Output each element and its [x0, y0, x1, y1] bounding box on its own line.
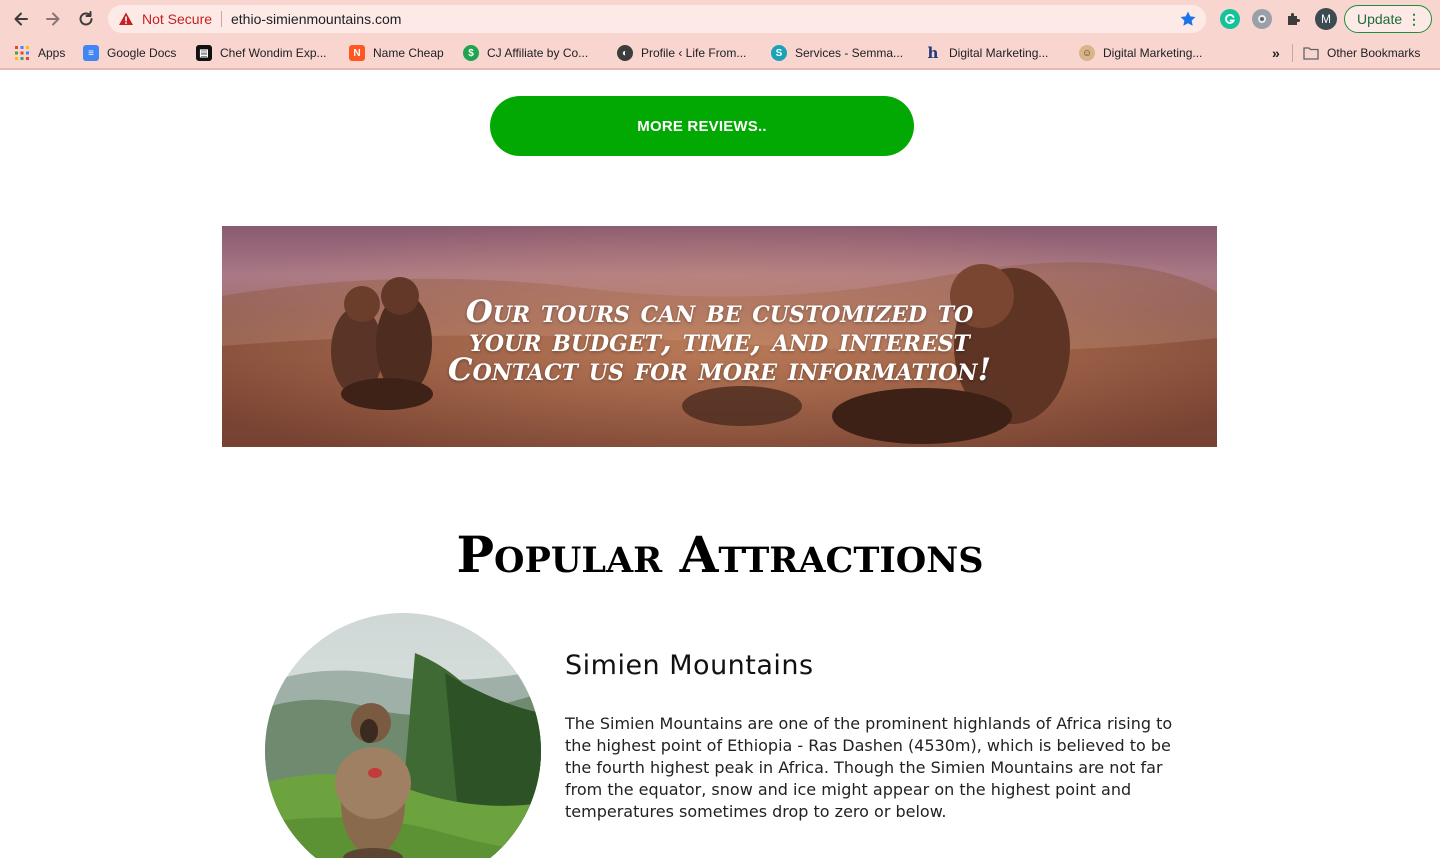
- bookmark-cj-affiliate[interactable]: $ CJ Affiliate by Co...: [463, 44, 588, 62]
- banner-line-3: Contact us for more information!: [447, 352, 992, 388]
- bookmarks-bar: Apps ≡ Google Docs ▤ Chef Wondim Exp... …: [0, 38, 1440, 68]
- omnibox-divider: [221, 11, 222, 27]
- face-avatar-icon: ☺: [1079, 45, 1095, 61]
- bookmarks-overflow-button[interactable]: »: [1272, 44, 1280, 62]
- bookmark-digital-marketing-2[interactable]: ☺ Digital Marketing...: [1079, 44, 1202, 62]
- folder-icon: [1303, 45, 1319, 61]
- bookmark-profile-life[interactable]: ◐ Profile ‹ Life From...: [617, 44, 746, 62]
- bookmark-label: Google Docs: [107, 46, 177, 60]
- warning-icon: [119, 12, 133, 25]
- bookmark-label: Digital Marketing...: [949, 46, 1049, 60]
- attraction-description: The Simien Mountains are one of the prom…: [565, 714, 1173, 821]
- back-icon[interactable]: [8, 6, 34, 32]
- namecheap-icon: N: [349, 45, 365, 61]
- bookmark-label: Name Cheap: [373, 46, 444, 60]
- google-docs-icon: ≡: [83, 45, 99, 61]
- popular-attractions-heading: Popular Attractions: [456, 525, 984, 584]
- semma-icon: S: [771, 45, 787, 61]
- bookmark-label: Apps: [38, 46, 66, 60]
- attraction-title: Simien Mountains: [565, 650, 814, 681]
- bookmark-label: Services - Semma...: [795, 46, 904, 60]
- profile-avatar[interactable]: M: [1315, 8, 1337, 30]
- bookmark-google-docs[interactable]: ≡ Google Docs: [83, 44, 176, 62]
- cj-affiliate-icon: $: [463, 45, 479, 61]
- apps-grid-icon: [14, 45, 30, 61]
- chef-wondim-icon: ▤: [196, 45, 212, 61]
- bookmark-star-icon[interactable]: [1178, 9, 1198, 29]
- more-reviews-button[interactable]: MORE REVIEWS..: [490, 96, 914, 156]
- bookmark-label: CJ Affiliate by Co...: [487, 46, 589, 60]
- wordpress-globe-icon: ◐: [617, 45, 633, 61]
- grammarly-extension-icon[interactable]: [1220, 9, 1240, 29]
- url-text[interactable]: ethio-simienmountains.com: [231, 11, 401, 27]
- bookmark-label: Other Bookmarks: [1327, 46, 1421, 60]
- address-bar[interactable]: Not Secure ethio-simienmountains.com: [108, 5, 1206, 33]
- update-button[interactable]: Update ⋮: [1344, 5, 1432, 33]
- extension-circle-icon[interactable]: [1252, 9, 1272, 29]
- bookmark-chef-wondim[interactable]: ▤ Chef Wondim Exp...: [196, 44, 327, 62]
- extensions-puzzle-icon[interactable]: [1284, 9, 1304, 29]
- web-page: MORE REVIEWS.. Our tours can be customiz…: [0, 70, 1440, 858]
- bookmark-label: Chef Wondim Exp...: [220, 46, 327, 60]
- security-status[interactable]: Not Secure: [142, 11, 212, 27]
- bookmark-digital-marketing-1[interactable]: h Digital Marketing...: [925, 44, 1049, 62]
- hubspot-h-icon: h: [927, 44, 939, 62]
- bookmark-label: Digital Marketing...: [1103, 46, 1203, 60]
- bookmark-services-semma[interactable]: S Services - Semma...: [771, 44, 903, 62]
- browser-chrome: Not Secure ethio-simienmountains.com M U…: [0, 0, 1440, 70]
- forward-icon[interactable]: [40, 6, 66, 32]
- reload-icon[interactable]: [73, 6, 99, 32]
- customize-tours-banner: Our tours can be customized to your budg…: [222, 226, 1217, 447]
- update-label: Update: [1357, 11, 1403, 27]
- banner-message: Our tours can be customized to your budg…: [222, 297, 1217, 388]
- bookmark-apps[interactable]: Apps: [14, 44, 65, 62]
- bookmark-name-cheap[interactable]: N Name Cheap: [349, 44, 444, 62]
- more-menu-icon: ⋮: [1407, 11, 1421, 27]
- bookmark-other-bookmarks[interactable]: Other Bookmarks: [1303, 44, 1420, 62]
- simien-mountains-image[interactable]: [265, 613, 541, 858]
- bookmark-label: Profile ‹ Life From...: [641, 46, 747, 60]
- bookmarks-divider: [1292, 44, 1293, 62]
- browser-toolbar: Not Secure ethio-simienmountains.com M U…: [0, 0, 1440, 38]
